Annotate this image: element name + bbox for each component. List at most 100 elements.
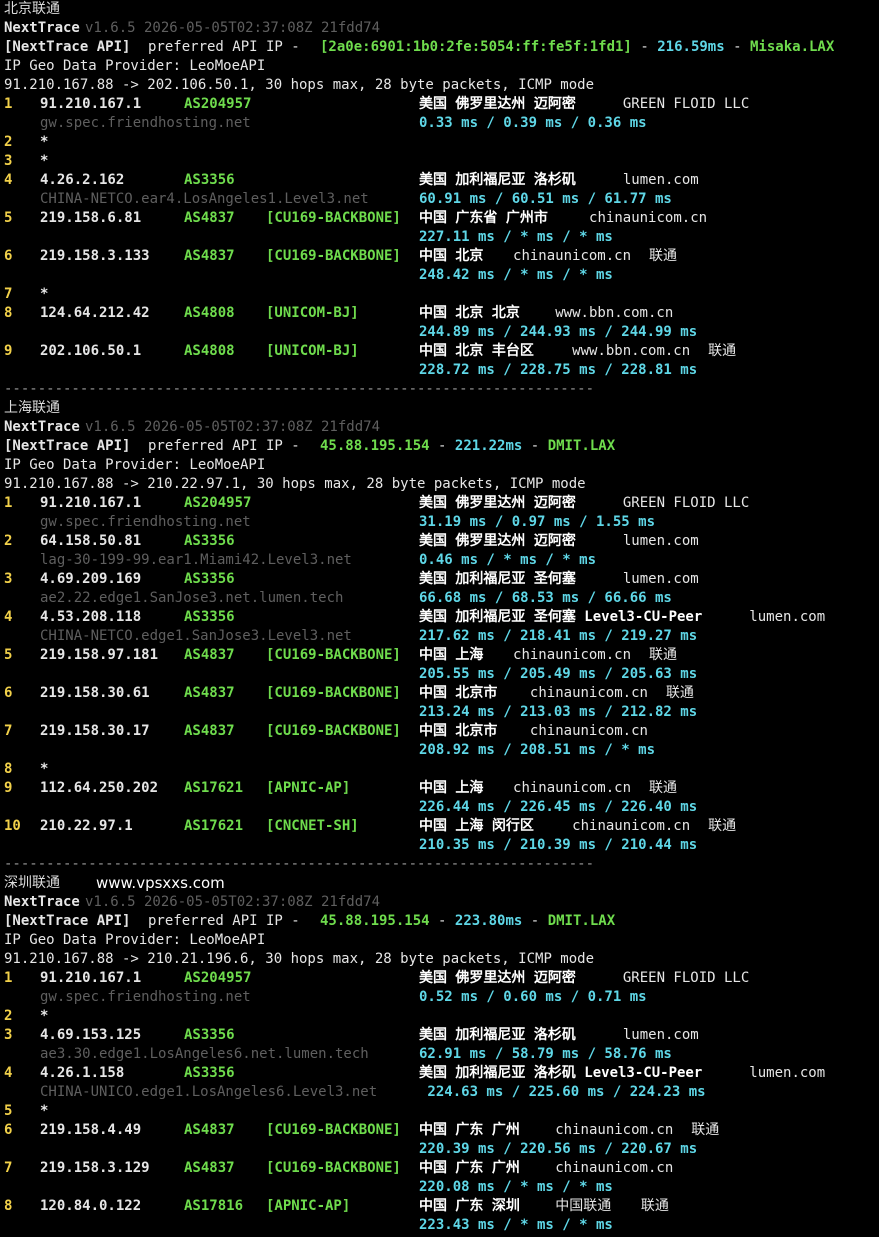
section-title: 北京联通 <box>4 1 60 17</box>
hop-rdns: ae2.22.edge1.SanJose3.net.lumen.tech <box>40 590 344 606</box>
api-mid: preferred API IP - <box>148 438 300 454</box>
hop-number: 4 <box>4 1065 13 1081</box>
hop-asn: AS3356 <box>184 533 235 549</box>
hop-row: 3 * <box>4 152 879 171</box>
hop-number: 3 <box>4 153 13 169</box>
hop-geo: 美国 加利福尼亚 洛杉矶 <box>419 1027 576 1043</box>
hop-ip: 219.158.30.17 <box>40 723 150 739</box>
hop-row: 2 64.158.50.81 AS3356 美国 佛罗里达州 迈阿密 lumen.com <box>4 532 879 551</box>
hop-ip: 4.69.153.125 <box>40 1027 142 1043</box>
hop-ip: 219.158.30.61 <box>40 685 150 701</box>
hop-row: 4 4.26.1.158 AS3356 美国 加利福尼亚 洛杉矶 Level3-CU-… <box>4 1064 879 1083</box>
hop-org: lumen.com <box>622 1027 699 1043</box>
hop-tag: [APNIC-AP] <box>266 780 351 796</box>
hop-row: 2 * <box>4 1007 879 1026</box>
hop-asn: AS3356 <box>184 172 235 188</box>
hop-ip: 219.158.97.181 <box>40 647 159 663</box>
geo-provider-line: IP Geo Data Provider: LeoMoeAPI <box>4 57 879 76</box>
section-title-row: 北京联通 <box>4 0 879 19</box>
nexttrace-name: NextTrace <box>4 419 80 435</box>
hop-asn: AS204957 <box>184 970 252 986</box>
api-ip: 45.88.195.154 <box>320 438 430 454</box>
hop-rdns: gw.spec.friendhosting.net <box>40 115 251 131</box>
hop-asn: AS4837 <box>184 647 235 663</box>
watermark-text: www.vpsxxs.com <box>96 874 225 892</box>
hop-rdns: lag-30-199-99.ear1.Miami42.Level3.net <box>40 552 352 568</box>
hop-detail-row: 227.11 ms / * ms / * ms <box>4 228 879 247</box>
api-line: [NextTrace API] preferred API IP - [2a0e:6… <box>4 38 879 57</box>
hop-org: chinaunicom.cn <box>529 685 648 701</box>
hop-geo: 中国 北京市 <box>419 685 498 701</box>
hop-rtt: 220.08 ms / * ms / * ms <box>419 1179 613 1195</box>
hop-ip: 202.106.50.1 <box>40 343 142 359</box>
hop-asn: AS17621 <box>184 818 244 834</box>
hop-isp: 联通 <box>649 647 678 663</box>
hop-geo: 美国 佛罗里达州 迈阿密 <box>419 970 576 986</box>
hop-asn: AS4837 <box>184 685 235 701</box>
hop-detail-row: gw.spec.friendhosting.net 31.19 ms / 0.97… <box>4 513 879 532</box>
hop-tag: [CNCNET-SH] <box>266 818 359 834</box>
hop-asn: AS3356 <box>184 609 235 625</box>
hop-org: chinaunicom.cn <box>529 723 648 739</box>
hop-tag: [UNICOM-BJ] <box>266 343 359 359</box>
hop-geo: 美国 佛罗里达州 迈阿密 <box>419 96 576 112</box>
nexttrace-meta: v1.6.5 2026-05-05T02:37:08Z 21fdd74 <box>85 20 381 36</box>
hop-asn: AS4837 <box>184 210 235 226</box>
api-latency: 216.59ms <box>657 39 725 55</box>
api-mid: preferred API IP - <box>148 39 300 55</box>
trace-summary: 91.210.167.88 -> 210.21.196.6, 30 hops m… <box>4 951 595 967</box>
hop-ip: 91.210.167.1 <box>40 970 142 986</box>
hop-row: 4 4.26.2.162 AS3356 美国 加利福尼亚 洛杉矶 lumen.com <box>4 171 879 190</box>
hop-row: 6 219.158.3.133 AS4837 [CU169-BACKBONE] 中国 北… <box>4 247 879 266</box>
trace-summary: 91.210.167.88 -> 202.106.50.1, 30 hops m… <box>4 77 595 93</box>
hop-number: 4 <box>4 172 13 188</box>
hop-org: chinaunicom.cn <box>572 818 691 834</box>
hop-geo: 中国 广东省 广州市 <box>419 210 548 226</box>
hop-org: chinaunicom.cn <box>555 1160 674 1176</box>
hop-number: 2 <box>4 533 13 549</box>
hop-row: 7 219.158.3.129 AS4837 [CU169-BACKBONE] 中国 广… <box>4 1159 879 1178</box>
hop-geo: 美国 加利福尼亚 圣何塞 <box>419 571 576 587</box>
terminal-output: 北京联通 NextTrace v1.6.5 2026-05-05T02:37:08Z… <box>4 0 879 1235</box>
hop-ip: 120.84.0.122 <box>40 1198 142 1214</box>
hop-tag: [CU169-BACKBONE] <box>266 1160 401 1176</box>
section-title: 深圳联通 <box>4 875 60 891</box>
hop-asn: AS3356 <box>184 571 235 587</box>
hop-detail-row: ae2.22.edge1.SanJose3.net.lumen.tech 66.6… <box>4 589 879 608</box>
hop-number: 4 <box>4 609 13 625</box>
hop-row: 9 202.106.50.1 AS4808 [UNICOM-BJ] 中国 北京 丰台区 w… <box>4 342 879 361</box>
hop-rtt: 213.24 ms / 213.03 ms / 212.82 ms <box>419 704 698 720</box>
hop-detail-row: lag-30-199-99.ear1.Miami42.Level3.net 0.4… <box>4 551 879 570</box>
hop-number: 10 <box>4 818 21 834</box>
geo-provider: IP Geo Data Provider: LeoMoeAPI <box>4 932 266 948</box>
hop-ip: * <box>40 761 49 777</box>
hop-asn: AS17816 <box>184 1198 244 1214</box>
hop-rtt: 210.35 ms / 210.39 ms / 210.44 ms <box>419 837 698 853</box>
hop-rtt: 62.91 ms / 58.79 ms / 58.76 ms <box>419 1046 672 1062</box>
trace-summary-line: 91.210.167.88 -> 210.22.97.1, 30 hops ma… <box>4 475 879 494</box>
hop-ip: * <box>40 153 49 169</box>
hop-detail-row: 208.92 ms / 208.51 ms / * ms <box>4 741 879 760</box>
hop-ip: * <box>40 1008 49 1024</box>
hop-geo: 中国 广东 广州 <box>419 1160 520 1176</box>
hop-number: 5 <box>4 647 13 663</box>
hop-tag: [CU169-BACKBONE] <box>266 1122 401 1138</box>
hop-ip: 4.69.209.169 <box>40 571 142 587</box>
hop-ip: 124.64.212.42 <box>40 305 150 321</box>
api-ip: [2a0e:6901:1b0:2fe:5054:ff:fe5f:1fd1] <box>320 39 632 55</box>
hop-rdns: gw.spec.friendhosting.net <box>40 514 251 530</box>
hop-rtt: 223.43 ms / * ms / * ms <box>419 1217 613 1233</box>
api-latency: 223.80ms <box>454 913 523 929</box>
hop-detail-row: 205.55 ms / 205.49 ms / 205.63 ms <box>4 665 879 684</box>
hop-rdns: CHINA-NETCO.edge1.SanJose3.Level3.net <box>40 628 352 644</box>
hop-number: 1 <box>4 495 13 511</box>
hop-tag: [CU169-BACKBONE] <box>266 685 401 701</box>
hop-asn: AS204957 <box>184 96 252 112</box>
hop-asn: AS3356 <box>184 1027 235 1043</box>
hop-row: 5 * <box>4 1102 879 1121</box>
hop-detail-row: ae3.30.edge1.LosAngeles6.net.lumen.tech 6… <box>4 1045 879 1064</box>
hop-org: lumen.com <box>749 1065 826 1081</box>
hop-rtt: 208.92 ms / 208.51 ms / * ms <box>419 742 656 758</box>
hop-rtt: 0.46 ms / * ms / * ms <box>419 552 597 568</box>
hop-org: chinaunicom.cn <box>589 210 708 226</box>
